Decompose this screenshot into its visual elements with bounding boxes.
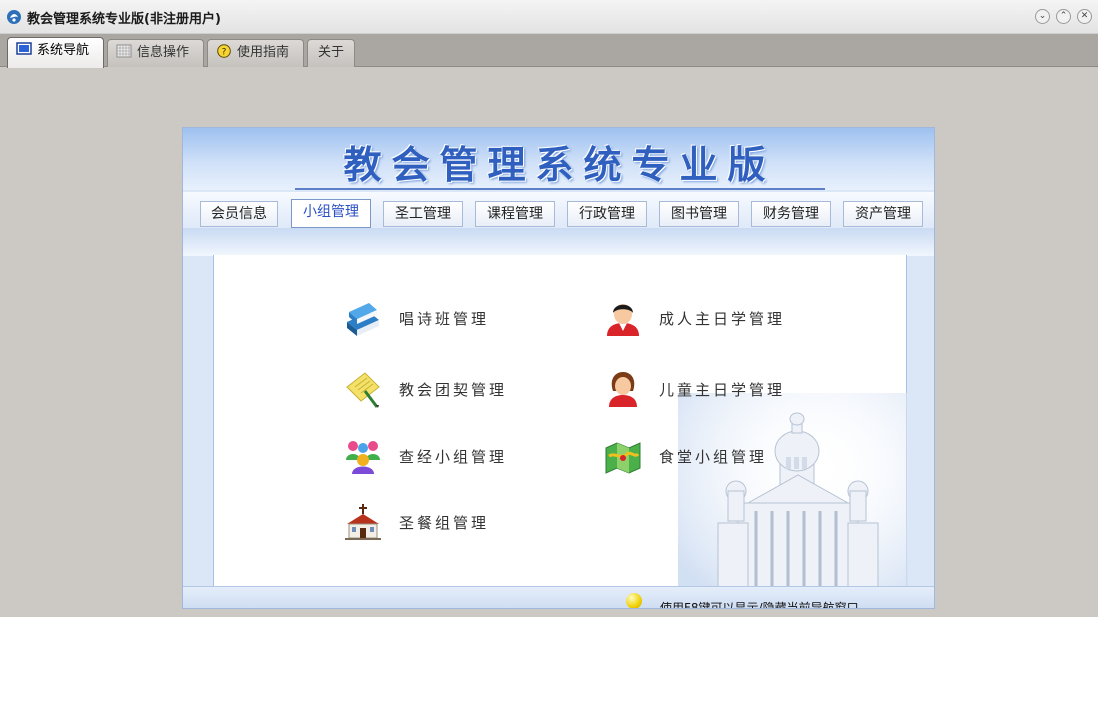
group-icon xyxy=(346,441,380,474)
tab-label: 系统导航 xyxy=(37,43,90,58)
cathedral-illustration xyxy=(678,393,908,605)
chevron-down-icon: ⌄ xyxy=(1038,11,1047,21)
module-tab-course-management[interactable]: 课程管理 xyxy=(475,201,555,227)
module-tab-bar: 会员信息 小组管理 圣工管理 课程管理 行政管理 图书管理 财务管理 资产管理 xyxy=(183,192,934,228)
status-tip: 使用F8键可以显示/隐藏当前导航窗口 xyxy=(660,601,859,609)
banner: 教会管理系统专业版 xyxy=(183,128,934,190)
guide-icon: ? xyxy=(217,44,231,58)
child-user-icon xyxy=(609,372,637,407)
books-icon xyxy=(347,303,379,336)
tab-label: 使用指南 xyxy=(237,45,290,60)
close-button[interactable]: ✕ xyxy=(1077,9,1092,24)
tab-about[interactable]: 关于 xyxy=(307,39,355,67)
top-tab-strip: 系统导航 信息操作 ? 使用指南 关于 xyxy=(0,34,1098,68)
entry-adult-sunday-school[interactable]: 成人主日学管理 xyxy=(603,298,823,338)
entry-label: 唱诗班管理 xyxy=(399,310,490,328)
minimize-button[interactable]: ⌄ xyxy=(1035,9,1050,24)
panel-gradient xyxy=(183,228,934,256)
church-icon xyxy=(345,504,381,540)
entry-choir-management[interactable]: 唱诗班管理 xyxy=(343,298,543,338)
app-logo-icon xyxy=(7,10,21,24)
navigation-panel: 教会管理系统专业版 会员信息 小组管理 圣工管理 课程管理 行政管理 图书管理 … xyxy=(182,127,935,609)
adult-user-icon xyxy=(607,304,639,336)
app-window: 教会管理系统专业版(非注册用户) ⌄ ⌃ ✕ 系统导航 信息操作 ? 使用指南 … xyxy=(0,0,1098,617)
entry-label: 圣餐组管理 xyxy=(399,514,490,532)
entry-bible-study-group[interactable]: 查经小组管理 xyxy=(343,436,543,476)
tab-label: 关于 xyxy=(318,45,345,60)
grid-icon xyxy=(116,44,132,58)
module-tab-ministry-management[interactable]: 圣工管理 xyxy=(383,201,463,227)
navigation-icon xyxy=(16,42,32,55)
module-tab-member-info[interactable]: 会员信息 xyxy=(200,201,278,227)
module-tab-asset-management[interactable]: 资产管理 xyxy=(843,201,923,227)
chevron-up-icon: ⌃ xyxy=(1059,11,1068,21)
entry-communion-group[interactable]: 圣餐组管理 xyxy=(343,502,543,542)
map-icon xyxy=(605,442,641,474)
entry-children-sunday-school[interactable]: 儿童主日学管理 xyxy=(603,369,823,409)
svg-text:?: ? xyxy=(222,48,227,58)
tab-label: 信息操作 xyxy=(137,45,190,60)
module-tab-finance-management[interactable]: 财务管理 xyxy=(751,201,831,227)
banner-underline xyxy=(295,188,825,190)
entry-fellowship-management[interactable]: 教会团契管理 xyxy=(343,369,543,409)
tab-user-guide[interactable]: ? 使用指南 xyxy=(207,39,304,67)
banner-title: 教会管理系统专业版 xyxy=(343,143,776,187)
entry-label: 教会团契管理 xyxy=(399,381,508,399)
bulb-icon xyxy=(626,593,642,608)
entry-label: 成人主日学管理 xyxy=(659,310,786,328)
entry-canteen-group[interactable]: 食堂小组管理 xyxy=(603,436,823,476)
module-tab-library-management[interactable]: 图书管理 xyxy=(659,201,739,227)
status-bar: 使用F8键可以显示/隐藏当前导航窗口 xyxy=(183,586,934,609)
module-tab-admin-management[interactable]: 行政管理 xyxy=(567,201,647,227)
module-tab-group-management[interactable]: 小组管理 xyxy=(291,199,371,228)
tab-info-operation[interactable]: 信息操作 xyxy=(107,39,204,67)
title-bar: 教会管理系统专业版(非注册用户) ⌄ ⌃ ✕ xyxy=(0,0,1098,34)
window-title: 教会管理系统专业版(非注册用户) xyxy=(27,12,221,27)
maximize-button[interactable]: ⌃ xyxy=(1056,9,1071,24)
close-icon: ✕ xyxy=(1080,11,1089,21)
entry-label: 儿童主日学管理 xyxy=(659,381,786,399)
entry-label: 查经小组管理 xyxy=(399,448,508,466)
entry-label: 食堂小组管理 xyxy=(659,448,768,466)
notepad-pencil-icon xyxy=(346,372,380,408)
tab-system-navigation[interactable]: 系统导航 xyxy=(7,37,104,68)
